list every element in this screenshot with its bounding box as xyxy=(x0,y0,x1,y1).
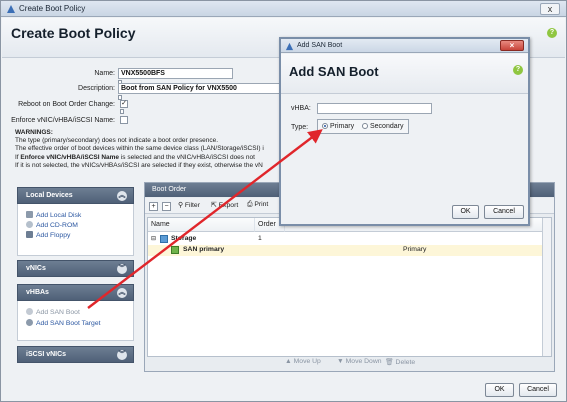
dialog-heading: Add SAN Boot xyxy=(289,64,379,79)
warning-line: The type (primary/secondary) does not in… xyxy=(15,137,219,145)
dialog-close-button[interactable]: × xyxy=(500,40,524,51)
print-icon: ⎙ xyxy=(247,201,253,208)
dialog-window-title: Add SAN Boot xyxy=(297,42,343,49)
secondary-radio[interactable]: Secondary xyxy=(362,123,403,130)
warning-line: The effective order of boot devices with… xyxy=(15,145,264,153)
local-devices-header[interactable]: Local Devices ︽ xyxy=(17,187,134,204)
iscsi-vnics-header[interactable]: iSCSI vNICs ︾ xyxy=(17,346,134,363)
add-san-boot-target-link[interactable]: Add SAN Boot Target xyxy=(26,319,100,327)
description-field[interactable]: Boot from SAN Policy for VNX5500 xyxy=(118,83,288,94)
add-local-disk-link[interactable]: Add Local Disk xyxy=(26,211,81,219)
filter-icon: ⚲ xyxy=(178,202,183,209)
add-san-boot-link[interactable]: Add SAN Boot xyxy=(26,308,80,316)
export-button[interactable]: ⇱ Export xyxy=(211,201,238,211)
collapse-icon[interactable]: ︽ xyxy=(117,288,127,298)
column-header-name[interactable]: Name xyxy=(148,218,255,232)
warning-line: If Enforce vNIC/vHBA/iSCSI Name is selec… xyxy=(15,153,255,161)
table-scrollbar[interactable] xyxy=(542,218,551,356)
dialog-header: Add SAN Boot ? xyxy=(281,54,528,94)
page-title: Create Boot Policy xyxy=(11,25,136,41)
type-label: Type: xyxy=(291,124,309,131)
table-row[interactable]: ⊟ Storage 1 xyxy=(148,234,543,245)
vhba-input[interactable] xyxy=(317,103,432,114)
expand-all-button[interactable]: + xyxy=(149,201,158,211)
boot-order-table: Name Order ⊟ Storage 1 SAN primary Prima… xyxy=(147,217,552,357)
vhbas-header[interactable]: vHBAs ︽ xyxy=(17,284,134,301)
cisco-app-icon xyxy=(285,42,294,51)
san-primary-icon xyxy=(171,246,179,254)
san-target-icon xyxy=(26,319,33,326)
title-bar: Create Boot Policy x xyxy=(1,1,566,17)
vhba-label: vHBA: xyxy=(291,105,311,112)
warning-line: If it is not selected, the vNICs/vHBAs/i… xyxy=(15,161,263,169)
vnics-header[interactable]: vNICs ︾ xyxy=(17,260,134,277)
boot-order-title: Boot Order xyxy=(152,186,187,193)
tree-collapse-icon[interactable]: ⊟ xyxy=(151,235,156,242)
collapse-icon[interactable]: ︽ xyxy=(117,191,127,201)
name-label: Name: xyxy=(94,70,115,77)
san-icon xyxy=(26,308,33,315)
ok-button[interactable]: OK xyxy=(485,383,514,397)
window-title: Create Boot Policy xyxy=(19,4,86,13)
window-close-button[interactable]: x xyxy=(540,3,560,15)
help-icon[interactable]: ? xyxy=(547,28,557,38)
reboot-label: Reboot on Boot Order Change: xyxy=(18,101,115,108)
warnings-title: WARNINGS: xyxy=(15,129,53,136)
add-san-boot-dialog: Add SAN Boot × Add SAN Boot ? vHBA: Type… xyxy=(279,37,530,226)
dialog-ok-button[interactable]: OK xyxy=(452,205,479,219)
move-down-button[interactable]: ▼ Move Down xyxy=(337,358,382,365)
export-icon: ⇱ xyxy=(211,202,217,209)
reboot-checkbox[interactable]: ✓ xyxy=(120,100,128,108)
expand-icon[interactable]: ︾ xyxy=(117,264,127,274)
add-floppy-link[interactable]: Add Floppy xyxy=(26,231,70,239)
disk-icon xyxy=(26,211,33,218)
radio-selected-icon xyxy=(322,123,328,129)
dialog-title-bar: Add SAN Boot × xyxy=(281,39,528,53)
collapse-all-button[interactable]: − xyxy=(162,201,171,211)
radio-unselected-icon xyxy=(362,123,368,129)
floppy-icon xyxy=(26,231,33,238)
cancel-button[interactable]: Cancel xyxy=(519,383,557,397)
type-radio-group: Primary Secondary xyxy=(317,119,409,134)
cisco-app-icon xyxy=(7,5,15,13)
cd-icon xyxy=(26,221,33,228)
local-devices-panel: Add Local Disk Add CD-ROM Add Floppy xyxy=(17,204,134,256)
print-button[interactable]: ⎙ Print xyxy=(247,201,268,211)
description-label: Description: xyxy=(78,85,115,92)
storage-icon xyxy=(160,235,168,243)
dialog-cancel-button[interactable]: Cancel xyxy=(484,205,524,219)
delete-button[interactable]: 🗑 Delete xyxy=(385,358,415,366)
enforce-label: Enforce vNIC/vHBA/iSCSI Name: xyxy=(11,117,115,124)
add-cd-rom-link[interactable]: Add CD-ROM xyxy=(26,221,78,229)
filter-button[interactable]: ⚲ Filter xyxy=(178,201,200,211)
reboot-info-icon xyxy=(120,109,124,114)
warnings-block: WARNINGS: The type (primary/secondary) d… xyxy=(15,129,280,170)
help-icon[interactable]: ? xyxy=(513,65,523,75)
table-row[interactable]: SAN primary Primary xyxy=(148,245,543,256)
name-field[interactable]: VNX5500BFS xyxy=(118,68,233,79)
move-up-button[interactable]: ▲ Move Up xyxy=(285,358,321,365)
expand-icon[interactable]: ︾ xyxy=(117,350,127,360)
primary-radio[interactable]: Primary xyxy=(322,123,354,130)
vhbas-panel: Add SAN Boot Add SAN Boot Target xyxy=(17,301,134,341)
enforce-checkbox[interactable] xyxy=(120,116,128,124)
